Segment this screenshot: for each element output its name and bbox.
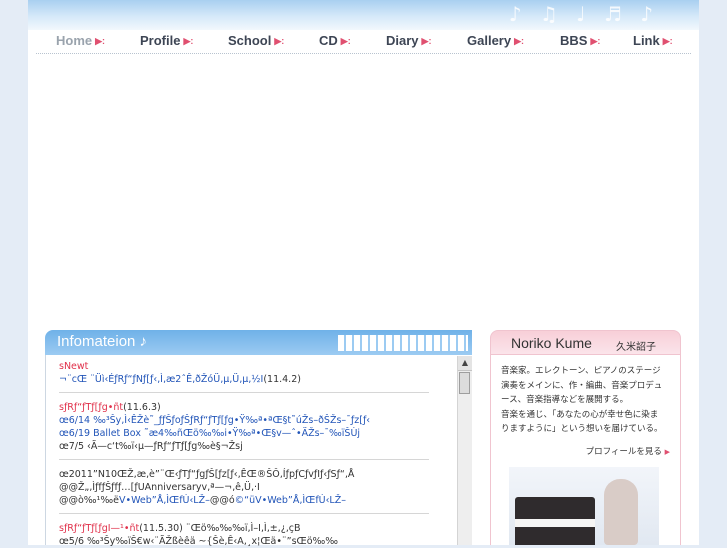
nav-diary[interactable]: Diary ▶: xyxy=(386,33,431,48)
profile-more-link[interactable]: プロフィールを見る ▶ xyxy=(586,445,670,457)
main-visual-area xyxy=(28,56,699,326)
info-scrollbar[interactable]: ▲ xyxy=(457,356,472,545)
info-link[interactable]: œ6/14 ‰³Šy‚Ì‹ÊŽè˜_ƒƒŠƒoƒŠƒRƒ“ƒTƒ[ƒg•Ÿ‰ª•… xyxy=(59,414,455,427)
more-label: プロフィールを見る xyxy=(585,447,662,457)
info-heading-report: sƒRƒ“ƒTƒ[ƒgI—¹•ñt xyxy=(59,523,140,534)
info-link[interactable]: V•Web”Å‚ÌŒfÚ‹LŽ– xyxy=(119,495,210,506)
bio-line: 音楽家。エレクトーン、ピアノのステージ xyxy=(501,366,661,376)
info-line: @@Ž„‚ÌƒfƒŠƒfƒ…[ƒUAnniversaryv‚ª—¬‚ê‚Ü‚·I xyxy=(59,482,260,493)
arrow-right-icon: ▶ xyxy=(664,448,670,456)
page-container: ♪ ♫ ♩ ♬ ♪ Home ▶: Profile ▶: School ▶: CD ▶:… xyxy=(28,0,699,548)
nav-label: BBS xyxy=(560,33,588,48)
profile-header: Noriko Kume 久米詔子 xyxy=(490,330,681,355)
nav-label: CD xyxy=(319,33,338,48)
profile-bio: 音楽家。エレクトーン、ピアノのステージ 演奏をメインに、作・編曲、音楽プロデュ … xyxy=(501,364,677,437)
profile-name-jp: 久米詔子 xyxy=(616,342,656,353)
nav-label: Diary xyxy=(386,33,419,48)
info-line: œ7/5 ‹Ã—c‘t‰ï‹µ—ƒRƒ“ƒTƒ[ƒg‰è§¬Žsj xyxy=(59,441,243,452)
profile-panel: 音楽家。エレクトーン、ピアノのステージ 演奏をメインに、作・編曲、音楽プロデュ … xyxy=(490,355,681,545)
nav-label: Gallery xyxy=(467,33,512,48)
nav-label: Link xyxy=(633,33,660,48)
piano-keys-decoration xyxy=(338,335,468,351)
arrow-icon: ▶: xyxy=(421,36,432,46)
nav-bbs[interactable]: BBS ▶: xyxy=(560,33,600,48)
bio-line: ース、音楽指導などを展開する。 xyxy=(501,395,629,405)
info-panel: sNewt ¬¨cŒ ¨Üì‹ÉƒRƒ“ƒNƒ[ƒ‹‚Ì‚æ2ˆÊ‚ðŽóÜ‚µ… xyxy=(45,355,473,548)
profile-photo xyxy=(509,467,659,545)
piano-keyboard xyxy=(515,519,595,527)
info-line: ¬¨cŒ ¨Üì‹ÉƒRƒ“ƒNƒ[ƒ‹‚Ì‚æ2ˆÊ‚ðŽóÜ‚µ‚Ü‚µ‚½… xyxy=(59,373,455,386)
nav-link[interactable]: Link ▶: xyxy=(633,33,673,48)
info-line: @@ò‰¹‰ëV•Web”Å‚ÌŒfÚ‹LŽ–@@ó©“üV•Web”Å‚ÌŒf… xyxy=(59,494,455,507)
info-line: sƒRƒ“ƒTƒ[ƒg•ñt(11.6.3) xyxy=(59,401,455,414)
scroll-thumb[interactable] xyxy=(459,372,470,394)
main-nav: Home ▶: Profile ▶: School ▶: CD ▶: Diary ▶: G… xyxy=(28,30,699,54)
info-text: @@ó xyxy=(209,495,235,506)
arrow-icon: ▶: xyxy=(183,36,194,46)
info-link[interactable]: œ6/19 Ballet Box ˜æ4‰ñŒö‰‰i•Ÿ‰ª•Œ§v—ˆ•ÄŽ… xyxy=(59,427,455,440)
person-silhouette xyxy=(604,479,638,545)
nav-profile[interactable]: Profile ▶: xyxy=(140,33,193,48)
info-text: @@ò‰¹‰ë xyxy=(59,495,119,506)
separator xyxy=(59,513,429,514)
arrow-icon: ▶: xyxy=(340,36,351,46)
nav-divider xyxy=(36,53,691,54)
info-line: œ5/6 ‰³Šy‰ïŠ€w‹¨ÃŽßèêä ~{Šè‚Ê‹A‚¸x¦Œä•¨”… xyxy=(59,536,339,547)
info-text: (11.5.30) ¨Œö‰‰‰ï‚Ì–I‚Ì‚±‚¿‚çB xyxy=(139,523,301,534)
arrow-icon: ▶: xyxy=(590,36,601,46)
nav-label: School xyxy=(228,33,272,48)
info-line: œ2011”N10ŒŽ‚æ‚è”¨Œ‹ƒTƒ“ƒgƒŠ[ƒz[ƒ‹‚ÊŒ®ŠÔ‚… xyxy=(59,469,355,480)
profile-name: Noriko Kume xyxy=(511,335,592,351)
nav-school[interactable]: School ▶: xyxy=(228,33,284,48)
separator xyxy=(59,392,429,393)
bio-line: 演奏をメインに、作・編曲、音楽プロデュ xyxy=(501,380,663,391)
bio-line: りますように」という想いを届けている。 xyxy=(501,424,663,434)
bio-line: 音楽を通じ、「あなたの心が幸せ色に染ま xyxy=(501,409,659,420)
music-notes-decoration: ♪ ♫ ♩ ♬ ♪ xyxy=(508,2,659,26)
info-link[interactable]: ¬¨cŒ ¨Üì‹ÉƒRƒ“ƒNƒ[ƒ‹‚Ì‚æ2ˆÊ‚ðŽóÜ‚µ‚Ü‚µ‚½… xyxy=(59,374,263,385)
info-link[interactable]: ©“üV•Web”Å‚ÌŒfÚ‹LŽ– xyxy=(235,495,346,506)
info-date: (11.4.2) xyxy=(263,374,301,385)
info-content: sNewt ¬¨cŒ ¨Üì‹ÉƒRƒ“ƒNƒ[ƒ‹‚Ì‚æ2ˆÊ‚ðŽóÜ‚µ… xyxy=(59,360,455,548)
nav-cd[interactable]: CD ▶: xyxy=(319,33,351,48)
arrow-icon: ▶: xyxy=(662,36,673,46)
info-line: sƒRƒ“ƒTƒ[ƒgI—¹•ñt(11.5.30) ¨Œö‰‰‰ï‚Ì–I‚Ì… xyxy=(59,522,455,535)
info-heading-news: sNewt xyxy=(59,361,89,372)
nav-home[interactable]: Home ▶: xyxy=(56,33,105,48)
info-header: Infomateion ♪ xyxy=(45,330,472,355)
header-banner: ♪ ♫ ♩ ♬ ♪ xyxy=(28,0,699,30)
arrow-icon: ▶: xyxy=(274,36,285,46)
nav-gallery[interactable]: Gallery ▶: xyxy=(467,33,524,48)
separator xyxy=(59,459,429,460)
info-heading-concert: sƒRƒ“ƒTƒ[ƒg•ñt xyxy=(59,402,124,413)
arrow-icon: ▶: xyxy=(514,36,525,46)
scroll-up-arrow-icon[interactable]: ▲ xyxy=(458,356,472,371)
nav-label: Home xyxy=(56,33,93,48)
nav-label: Profile xyxy=(140,33,181,48)
arrow-icon: ▶: xyxy=(95,36,106,46)
info-date: (11.6.3) xyxy=(123,402,161,413)
info-title: Infomateion ♪ xyxy=(57,333,148,350)
